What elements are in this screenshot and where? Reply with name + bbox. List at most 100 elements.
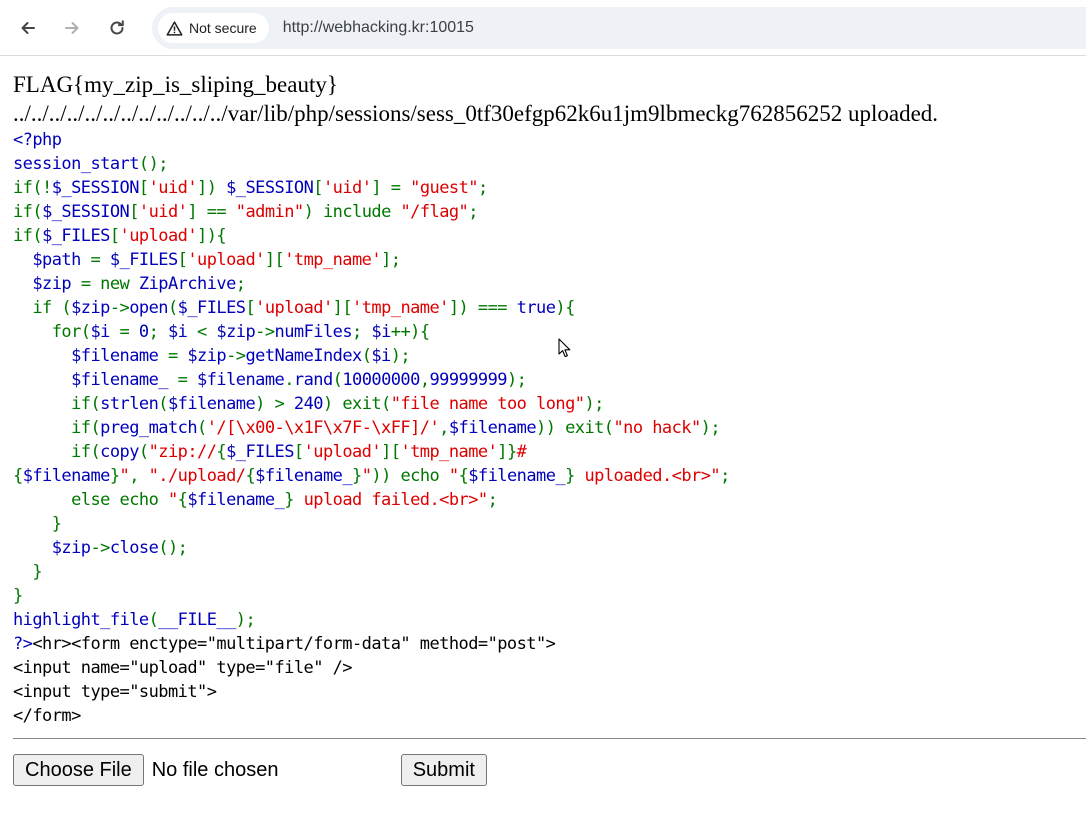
code-token: true <box>516 298 556 318</box>
code-token: 10000000 <box>342 370 420 390</box>
code-token: ][ <box>332 298 353 318</box>
code-token: } <box>565 466 575 486</box>
code-token: $filename <box>71 346 168 366</box>
code-token: $zip <box>216 322 256 342</box>
source-line: else echo "{$filename_} upload failed.<b… <box>13 490 498 510</box>
code-token: -> <box>109 298 130 318</box>
code-token: ; <box>720 466 730 486</box>
code-token: uploaded.<br>" <box>574 466 721 486</box>
code-token: <input type="submit"> <box>13 682 217 702</box>
code-token: $_FILES <box>177 298 246 318</box>
source-line: $filename_ = $filename.rand(10000000,999… <box>13 370 527 390</box>
code-token: ( <box>167 298 178 318</box>
flag-text: FLAG{my_zip_is_sliping_beauty} <box>13 72 338 97</box>
code-token: = <box>177 370 198 390</box>
url-text[interactable]: http://webhacking.kr:10015 <box>283 19 474 37</box>
horizontal-rule <box>13 738 1086 739</box>
code-token: ); <box>506 370 527 390</box>
submit-button[interactable]: Submit <box>400 754 487 786</box>
code-token: $filename <box>22 466 111 486</box>
source-line: } <box>13 586 23 606</box>
code-token: highlight_file <box>13 610 149 630</box>
back-button[interactable] <box>10 10 46 46</box>
code-token: getNameIndex <box>245 346 362 366</box>
choose-file-button[interactable]: Choose File <box>13 754 144 786</box>
code-token: ){ <box>555 298 575 318</box>
source-line: } <box>13 514 62 534</box>
code-token: " <box>167 490 178 510</box>
code-token: 'uid' <box>138 202 188 222</box>
code-token: (); <box>158 538 188 558</box>
code-token: else echo <box>13 490 168 510</box>
mouse-pointer-icon <box>558 338 571 358</box>
code-token: -> <box>226 346 246 366</box>
code-token: ( <box>197 418 207 438</box>
code-token: "file name too long" <box>390 394 585 414</box>
code-token: $i <box>90 322 120 342</box>
code-token: <hr><form enctype="multipart/form-data" … <box>32 634 556 654</box>
code-token: } <box>284 490 294 510</box>
code-token: [ <box>313 178 323 198</box>
code-token: "zip:// <box>148 442 217 462</box>
code-token: ] == <box>187 202 236 222</box>
code-token: 'upload' <box>255 298 333 318</box>
source-line: <input type="submit"> <box>13 682 217 702</box>
code-token: $_FILES <box>226 442 294 462</box>
source-line: highlight_file(__FILE__); <box>13 610 256 630</box>
code-token: { <box>458 466 469 486</box>
code-token: if( <box>13 442 101 462</box>
source-line: {$filename}", "./upload/{$filename_}")) … <box>13 466 730 486</box>
code-token: ]) === <box>448 298 517 318</box>
code-token: ]; <box>381 250 401 270</box>
code-token: ; <box>352 322 372 342</box>
code-token: $filename_ <box>187 490 285 510</box>
forward-button[interactable] <box>54 10 90 46</box>
code-token: $zip <box>51 538 91 558</box>
code-token: [ <box>138 178 149 198</box>
code-token: ) > <box>255 394 294 414</box>
code-token: , <box>129 466 149 486</box>
code-token: < <box>197 322 217 342</box>
code-token: ]) <box>197 178 227 198</box>
code-token: $filename_ <box>71 370 178 390</box>
code-token: 99999999 <box>429 370 508 390</box>
code-token: ) exit( <box>322 394 391 414</box>
code-token: '/[\x00-\x1F\x7F-\xFF]/' <box>206 418 440 438</box>
address-bar[interactable]: Not secure http://webhacking.kr:10015 <box>152 7 1086 49</box>
code-token: $zip <box>32 274 81 294</box>
reload-button[interactable] <box>99 10 135 46</box>
code-token: 'upload' <box>187 250 265 270</box>
source-line: ?><hr><form enctype="multipart/form-data… <box>13 634 556 654</box>
code-token: ( <box>148 610 159 630</box>
source-line: session_start(); <box>13 154 169 174</box>
reload-icon <box>110 20 124 35</box>
code-token: " <box>448 466 459 486</box>
source-line: </form> <box>13 706 81 726</box>
code-token: ?> <box>13 634 33 654</box>
code-token: if( <box>13 202 43 222</box>
code-token: ); <box>700 418 721 438</box>
code-token: 0 <box>138 322 149 342</box>
code-token: "/flag" <box>400 202 469 222</box>
security-chip[interactable]: Not secure <box>158 13 269 43</box>
code-token: $zip <box>71 298 110 318</box>
code-token: { <box>216 442 227 462</box>
code-token: ); <box>584 394 604 414</box>
code-token: 'upload' <box>303 442 382 462</box>
code-token: [ <box>293 442 304 462</box>
code-token: = new <box>80 274 139 294</box>
code-token: ++){ <box>390 322 430 342</box>
code-token: = <box>167 346 188 366</box>
code-token: close <box>109 538 159 558</box>
code-token: $filename <box>197 370 285 390</box>
code-token: -> <box>90 538 111 558</box>
code-token: ; <box>487 490 498 510</box>
code-token: $path <box>32 250 91 270</box>
code-token: -> <box>255 322 275 342</box>
code-token: <input name="upload" type="file" /> <box>13 658 353 678</box>
code-token: 'uid' <box>322 178 372 198</box>
code-token: (); <box>138 154 169 174</box>
code-token: $i <box>371 322 391 342</box>
source-line: if(strlen($filename) > 240) exit("file n… <box>13 394 604 414</box>
code-token: $_FILES <box>109 250 178 270</box>
